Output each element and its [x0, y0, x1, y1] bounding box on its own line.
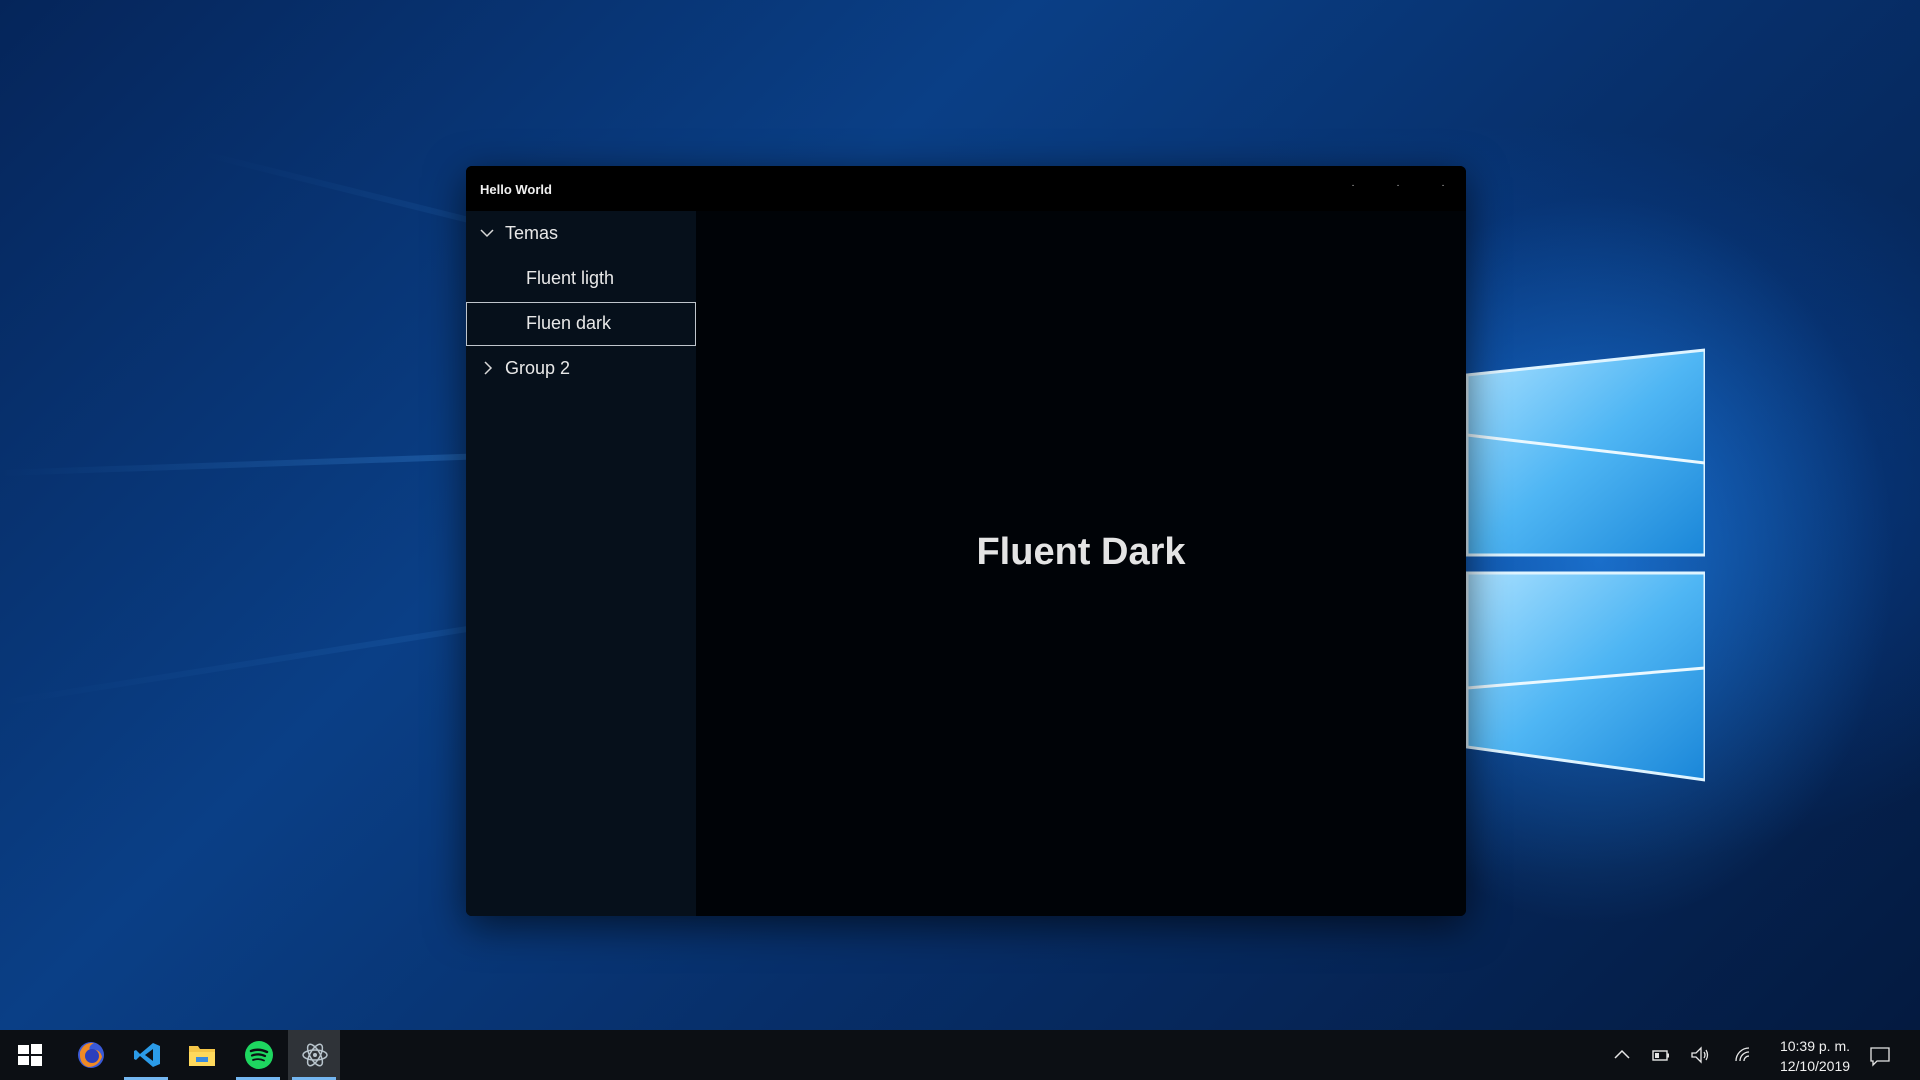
taskbar-firefox-button[interactable]: [64, 1030, 116, 1080]
notifications-icon[interactable]: [1869, 1045, 1891, 1067]
nav-group-temas[interactable]: Temas: [466, 212, 696, 256]
window-title: Hello World: [480, 182, 552, 197]
close-button[interactable]: ·: [1428, 176, 1458, 200]
minimize-button[interactable]: ·: [1338, 176, 1368, 200]
nav-item-label: Fluent ligth: [526, 268, 615, 288]
electron-icon: [302, 1043, 328, 1067]
spotify-icon: [245, 1041, 273, 1069]
desktop-wallpaper: Hello World · · · Temas Fluent ligth Flu…: [0, 0, 1920, 1030]
maximize-button[interactable]: ·: [1383, 176, 1413, 200]
clock-time: 10:39 p. m.: [1779, 1038, 1851, 1054]
start-icon: [18, 1044, 42, 1066]
navigation-pane: Temas Fluent ligth Fluen dark Group 2: [466, 211, 696, 916]
content-area: Fluent Dark: [696, 211, 1466, 916]
vscode-icon: [134, 1043, 160, 1067]
chevron-up-icon[interactable]: [1612, 1045, 1632, 1065]
taskbar-spotify-button[interactable]: [232, 1030, 284, 1080]
wifi-icon[interactable]: [1733, 1045, 1753, 1065]
nav-item-fluent-dark[interactable]: Fluen dark: [466, 302, 696, 346]
app-window: Hello World · · · Temas Fluent ligth Flu…: [466, 166, 1466, 916]
nav-group-2[interactable]: Group 2: [466, 347, 696, 391]
start-button[interactable]: [3, 1030, 55, 1080]
taskbar-electron-button[interactable]: [288, 1030, 340, 1080]
taskbar-clock[interactable]: 10:39 p. m. 12/10/2019: [1760, 1036, 1870, 1076]
page-heading: Fluent Dark: [976, 531, 1186, 573]
taskbar-file-explorer-button[interactable]: [176, 1030, 228, 1080]
windows-logo-wallpaper: [1465, 348, 1705, 782]
file-explorer-icon: [189, 1046, 215, 1066]
taskbar-vscode-button[interactable]: [120, 1030, 172, 1080]
nav-item-label: Fluen dark: [526, 313, 612, 333]
taskbar: 10:39 p. m. 12/10/2019: [0, 1030, 1920, 1080]
chevron-right-icon: [484, 361, 493, 375]
nav-group-label: Group 2: [505, 358, 571, 378]
nav-group-label: Temas: [505, 223, 559, 243]
firefox-icon: [78, 1042, 104, 1068]
battery-icon[interactable]: [1650, 1045, 1670, 1065]
clock-date: 12/10/2019: [1779, 1058, 1851, 1074]
chevron-down-icon: [480, 229, 494, 238]
nav-item-fluent-light[interactable]: Fluent ligth: [466, 257, 696, 301]
volume-icon[interactable]: [1690, 1045, 1710, 1065]
title-bar[interactable]: Hello World · · ·: [466, 166, 1466, 211]
